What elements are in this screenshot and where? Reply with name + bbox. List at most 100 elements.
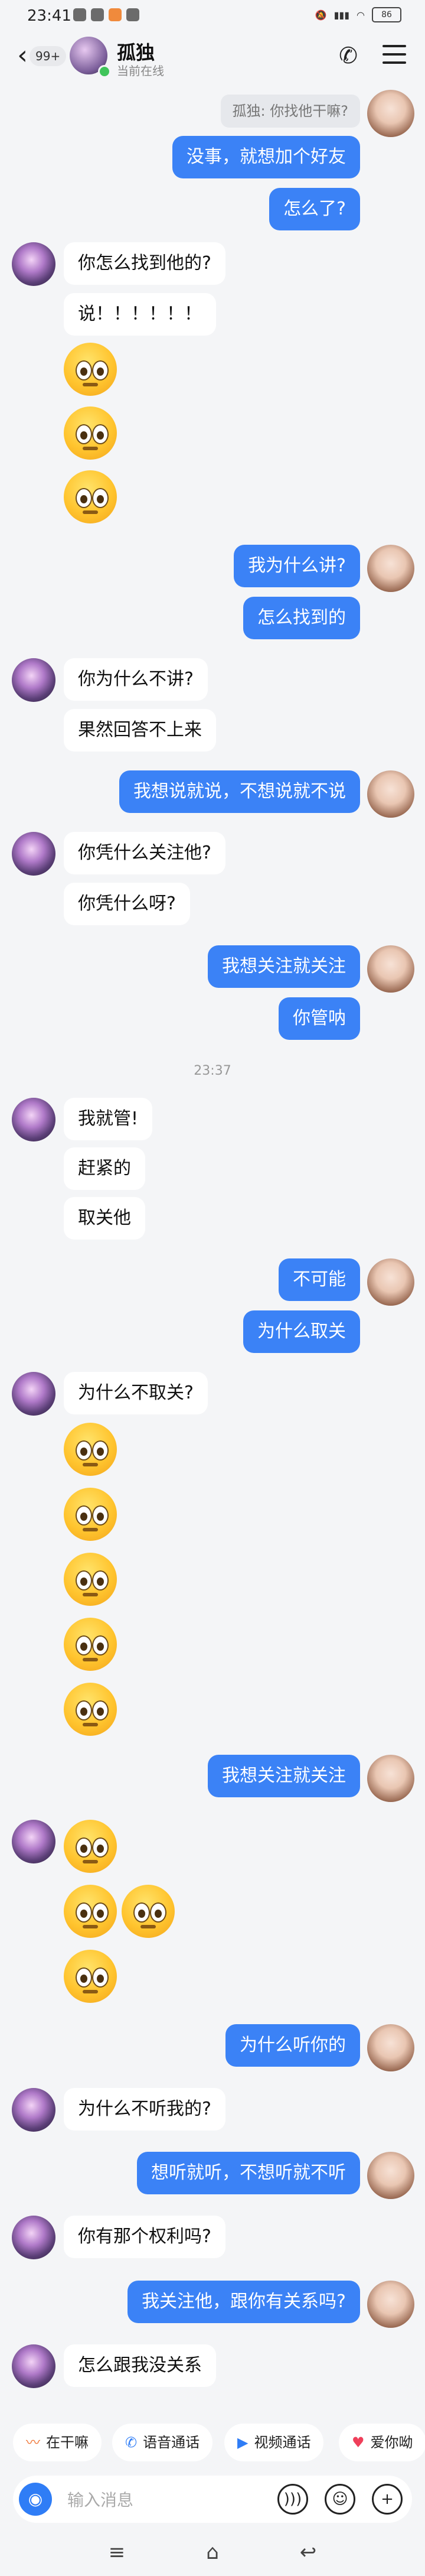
plus-icon[interactable]: + (372, 2484, 403, 2515)
my-avatar[interactable] (367, 2024, 414, 2071)
incoming-message[interactable]: 果然回答不上来 (64, 709, 216, 752)
emoji-icon[interactable]: ☺ (325, 2484, 355, 2515)
incoming-message[interactable]: 我就管! (64, 1098, 153, 1140)
menu-nav-icon[interactable]: ≡ (99, 2538, 135, 2567)
my-avatar[interactable] (367, 1755, 414, 1802)
top-bar: 23:41 🔕 ▮▮▮ ◠ 86 ‹ 99+ 孤独 当前在线 ✆ (0, 0, 425, 89)
outgoing-message[interactable]: 想听就听，不想听就不听 (137, 2152, 360, 2194)
video-icon: ▶ (237, 2434, 249, 2451)
message-input-box: ◉ ))) ☺ + (13, 2476, 412, 2524)
rolling-eyes-emoji[interactable] (64, 343, 117, 396)
contact-message-avatar[interactable] (12, 2344, 55, 2388)
outgoing-message[interactable]: 你管呐 (279, 997, 360, 1040)
app-notification-icon (73, 8, 86, 21)
chip-label: 在干嘛 (46, 2434, 89, 2451)
rolling-eyes-emoji[interactable] (64, 1683, 117, 1736)
online-indicator (98, 65, 111, 78)
chip-label: 视频通话 (254, 2434, 311, 2451)
phone-icon: ✆ (125, 2434, 138, 2451)
outgoing-message[interactable]: 怎么了? (269, 188, 360, 230)
contact-message-avatar[interactable] (12, 2088, 55, 2132)
outgoing-message[interactable]: 没事，就想加个好友 (172, 136, 360, 178)
outgoing-message[interactable]: 我想关注就关注 (208, 945, 360, 988)
outgoing-message[interactable]: 我为什么讲? (234, 545, 360, 587)
rolling-eyes-emoji[interactable] (64, 1423, 117, 1476)
wave-icon: 〰 (26, 2434, 40, 2451)
camera-icon[interactable]: ◉ (19, 2483, 52, 2516)
incoming-message[interactable]: 你为什么不讲? (64, 658, 208, 701)
system-nav-bar: ≡ ⌂ ↩ (0, 2529, 425, 2576)
outgoing-message[interactable]: 怎么找到的 (243, 597, 360, 639)
contact-status: 当前在线 (117, 64, 164, 78)
contact-message-avatar[interactable] (12, 2216, 55, 2259)
rolling-eyes-emoji[interactable] (64, 1950, 117, 2003)
incoming-message[interactable]: 说！！！！！！ (64, 293, 216, 336)
outgoing-message[interactable]: 我想说就说，不想说就不说 (119, 770, 360, 813)
rolling-eyes-emoji[interactable] (64, 1488, 117, 1541)
incoming-message[interactable]: 取关他 (64, 1197, 145, 1240)
rolling-eyes-emoji[interactable] (64, 470, 117, 523)
my-avatar[interactable] (367, 2152, 414, 2199)
rolling-eyes-emoji[interactable] (64, 406, 117, 460)
my-avatar[interactable] (367, 945, 414, 993)
app-notification-icon (109, 8, 122, 21)
my-avatar[interactable] (367, 770, 414, 818)
incoming-message[interactable]: 赶紧的 (64, 1147, 145, 1190)
status-time: 23:41 (27, 7, 71, 25)
contact-message-avatar[interactable] (12, 242, 55, 286)
incoming-message[interactable]: 怎么跟我没关系 (64, 2344, 216, 2387)
quick-action-chip[interactable]: ♥ 爱你呦 (339, 2424, 425, 2461)
voice-icon[interactable]: ))) (277, 2484, 308, 2515)
quick-action-chip[interactable]: ▶ 视频通话 (224, 2424, 324, 2461)
quick-action-bar: 〰在干嘛 ✆ 语音通话 ▶ 视频通话 ♥ 爱你呦 (0, 2416, 425, 2470)
input-bar: ◉ ))) ☺ + (0, 2470, 425, 2529)
message-timestamp: 23:37 (194, 1063, 231, 1078)
my-avatar[interactable] (367, 1258, 414, 1306)
incoming-message[interactable]: 为什么不取关? (64, 1372, 208, 1414)
menu-icon[interactable] (382, 45, 406, 66)
battery-icon: 86 (372, 7, 401, 22)
incoming-message[interactable]: 你凭什么呀? (64, 883, 190, 925)
rolling-eyes-emoji[interactable] (64, 1820, 117, 1873)
phone-call-icon[interactable]: ✆ (335, 43, 361, 69)
incoming-message[interactable]: 你怎么找到他的? (64, 242, 225, 285)
home-icon[interactable]: ⌂ (195, 2538, 230, 2567)
outgoing-message[interactable]: 不可能 (279, 1258, 360, 1301)
my-avatar[interactable] (367, 90, 414, 137)
heart-icon: ♥ (352, 2434, 365, 2451)
message-input[interactable] (66, 2476, 263, 2524)
outgoing-message[interactable]: 我关注他，跟你有关系吗? (128, 2281, 360, 2323)
rolling-eyes-emoji[interactable] (64, 1553, 117, 1606)
rolling-eyes-emoji[interactable] (122, 1885, 175, 1938)
contact-message-avatar[interactable] (12, 1098, 55, 1141)
chip-label: 爱你呦 (370, 2434, 413, 2451)
unread-badge[interactable]: 99+ (30, 46, 67, 66)
my-avatar[interactable] (367, 545, 414, 592)
status-right: 🔕 ▮▮▮ ◠ 86 (315, 7, 401, 22)
incoming-message[interactable]: 你有那个权利吗? (64, 2216, 225, 2258)
quick-action-chip[interactable]: 〰在干嘛 (13, 2424, 102, 2461)
chip-label: 语音通话 (143, 2434, 200, 2451)
message-list: 孤独: 你找他干嘛? 没事，就想加个好友 怎么了? 你怎么找到他的? 说！！！！… (0, 89, 425, 2416)
rolling-eyes-emoji[interactable] (64, 1885, 117, 1938)
back-nav-icon[interactable]: ↩ (290, 2538, 326, 2567)
signal-icon: ▮▮▮ (334, 9, 350, 21)
outgoing-message[interactable]: 我想关注就关注 (208, 1755, 360, 1797)
status-bar: 23:41 🔕 ▮▮▮ ◠ 86 (0, 0, 425, 34)
my-avatar[interactable] (367, 2281, 414, 2328)
incoming-message[interactable]: 为什么不听我的? (64, 2088, 225, 2131)
chat-notification-icon (126, 8, 139, 21)
chat-header: ‹ 99+ 孤独 当前在线 ✆ (0, 34, 425, 85)
contact-message-avatar[interactable] (12, 832, 55, 876)
outgoing-message[interactable]: 为什么取关 (243, 1310, 360, 1353)
contact-message-avatar[interactable] (12, 1820, 55, 1863)
quick-action-chip[interactable]: ✆ 语音通话 (112, 2424, 213, 2461)
contact-message-avatar[interactable] (12, 1372, 55, 1416)
outgoing-message[interactable]: 为什么听你的 (225, 2024, 360, 2067)
incoming-message[interactable]: 你凭什么关注他? (64, 832, 225, 874)
notification-icons (73, 8, 139, 21)
quoted-reply[interactable]: 孤独: 你找他干嘛? (220, 95, 360, 128)
mute-icon: 🔕 (315, 9, 327, 21)
contact-message-avatar[interactable] (12, 658, 55, 702)
rolling-eyes-emoji[interactable] (64, 1618, 117, 1671)
